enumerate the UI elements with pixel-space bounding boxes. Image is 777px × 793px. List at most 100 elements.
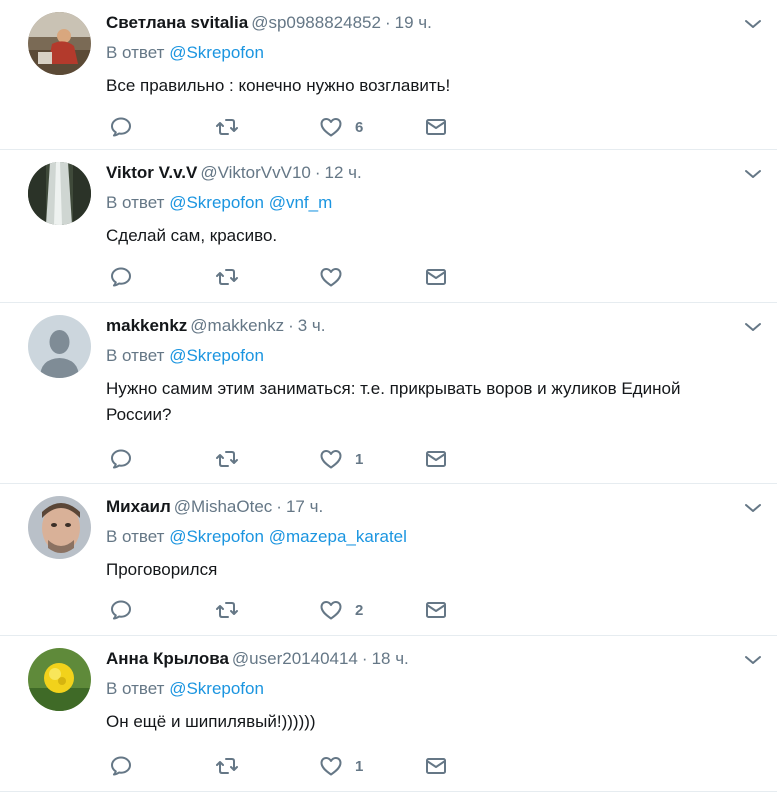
mention-link[interactable]: @Skrepofon [169, 527, 264, 546]
user-handle[interactable]: @user20140414 [232, 649, 358, 668]
tweet[interactable]: makkenkz @makkenkz · 3 ч. В ответ @Skrepofo… [0, 303, 777, 484]
avatar[interactable] [28, 648, 91, 711]
avatar[interactable] [28, 496, 91, 559]
mention-link[interactable]: @vnf_m [269, 193, 333, 212]
direct-message-button[interactable] [424, 447, 448, 471]
chevron-down-icon[interactable] [743, 317, 763, 337]
reply-icon [111, 756, 131, 776]
reply-prefix: В ответ [106, 346, 165, 365]
tweet-actions: 2 [106, 598, 466, 622]
avatar-photo-person-outdoors [28, 12, 91, 75]
mention-link[interactable]: @Skrepofon [169, 43, 264, 62]
reply-prefix: В ответ [106, 679, 165, 698]
chevron-down-icon[interactable] [743, 498, 763, 518]
retweet-icon [216, 758, 238, 774]
tweet-actions: 1 [106, 754, 466, 778]
tweet-header: Анна Крылова @user20140414 · 18 ч. [106, 648, 409, 670]
tweet-header: Светлана svitalia @sp0988824852 · 19 ч. [106, 12, 432, 34]
tweet-timestamp[interactable]: 12 ч. [325, 163, 362, 182]
envelope-icon [426, 119, 446, 135]
like-count: 2 [355, 601, 364, 619]
heart-icon [320, 601, 342, 620]
avatar[interactable] [28, 12, 91, 75]
tweet[interactable]: Анна Крылова @user20140414 · 18 ч. В ответ … [0, 636, 777, 792]
chevron-down-icon[interactable] [743, 164, 763, 184]
heart-icon [320, 118, 342, 137]
like-button[interactable] [319, 265, 355, 289]
separator-dot: · [288, 316, 294, 335]
tweet[interactable]: Михаил @MishaOtec · 17 ч. В ответ @Skrepofo… [0, 484, 777, 636]
user-handle[interactable]: @makkenkz [190, 316, 284, 335]
heart-icon [320, 268, 342, 287]
reply-button[interactable] [109, 598, 133, 622]
reply-context: В ответ @Skrepofon @mazepa_karatel [106, 526, 407, 548]
mention-link[interactable]: @Skrepofon [169, 193, 264, 212]
separator-dot: · [361, 649, 368, 668]
tweet-timestamp[interactable]: 3 ч. [298, 316, 326, 335]
heart-icon [320, 450, 342, 469]
direct-message-button[interactable] [424, 754, 448, 778]
mention-link[interactable]: @Skrepofon [169, 679, 264, 698]
tweet-timestamp[interactable]: 19 ч. [395, 13, 432, 32]
avatar[interactable] [28, 162, 91, 225]
reply-icon [111, 449, 131, 469]
tweet-header: Viktor V.v.V @ViktorVvV10 · 12 ч. [106, 162, 362, 184]
tweet-header: makkenkz @makkenkz · 3 ч. [106, 315, 326, 337]
tweet-actions [106, 265, 466, 289]
mention-link[interactable]: @Skrepofon [169, 346, 264, 365]
like-button[interactable]: 6 [319, 115, 363, 139]
user-handle[interactable]: @MishaOtec [174, 497, 273, 516]
retweet-icon [216, 451, 238, 467]
reply-button[interactable] [109, 754, 133, 778]
envelope-icon [426, 602, 446, 618]
chevron-down-icon[interactable] [743, 650, 763, 670]
avatar[interactable] [28, 315, 91, 378]
avatar-photo-waterfall [28, 162, 91, 225]
reply-context: В ответ @Skrepofon [106, 678, 264, 700]
retweet-button[interactable] [215, 115, 239, 139]
user-name[interactable]: Viktor V.v.V [106, 163, 197, 182]
tweet-timestamp[interactable]: 18 ч. [372, 649, 409, 668]
separator-dot: · [314, 163, 321, 182]
user-handle[interactable]: @sp0988824852 [251, 13, 381, 32]
direct-message-button[interactable] [424, 265, 448, 289]
tweet[interactable]: Светлана svitalia @sp0988824852 · 19 ч. В о… [0, 0, 777, 150]
retweet-button[interactable] [215, 754, 239, 778]
separator-dot: · [384, 13, 391, 32]
separator-dot: · [276, 497, 282, 516]
direct-message-button[interactable] [424, 598, 448, 622]
retweet-button[interactable] [215, 598, 239, 622]
envelope-icon [426, 451, 446, 467]
reply-prefix: В ответ [106, 527, 165, 546]
tweet-timestamp[interactable]: 17 ч. [286, 497, 323, 516]
like-button[interactable]: 1 [319, 754, 363, 778]
reply-button[interactable] [109, 447, 133, 471]
tweet-actions: 6 [106, 115, 466, 139]
chevron-down-icon[interactable] [743, 14, 763, 34]
tweet-text: Он ещё и шипилявый!)))))) [106, 712, 316, 731]
tweet-text: Сделай сам, красиво. [106, 226, 278, 245]
envelope-icon [426, 269, 446, 285]
retweet-icon [216, 119, 238, 135]
user-handle[interactable]: @ViktorVvV10 [200, 163, 311, 182]
user-name[interactable]: Анна Крылова [106, 649, 229, 668]
retweet-button[interactable] [215, 265, 239, 289]
retweet-button[interactable] [215, 447, 239, 471]
reply-button[interactable] [109, 265, 133, 289]
like-button[interactable]: 2 [319, 598, 363, 622]
direct-message-button[interactable] [424, 115, 448, 139]
reply-prefix: В ответ [106, 43, 165, 62]
avatar-photo-man-face [28, 496, 91, 559]
user-name[interactable]: Михаил [106, 497, 171, 516]
reply-context: В ответ @Skrepofon [106, 42, 264, 64]
reply-button[interactable] [109, 115, 133, 139]
tweet[interactable]: Viktor V.v.V @ViktorVvV10 · 12 ч. В ответ @… [0, 150, 777, 303]
like-button[interactable]: 1 [319, 447, 363, 471]
user-name[interactable]: Светлана svitalia [106, 13, 248, 32]
like-count: 1 [355, 450, 364, 468]
mention-link[interactable]: @mazepa_karatel [269, 527, 407, 546]
heart-icon [320, 757, 342, 776]
tweet-actions: 1 [106, 447, 466, 471]
user-name[interactable]: makkenkz [106, 316, 187, 335]
avatar-default-silhouette [28, 315, 91, 378]
